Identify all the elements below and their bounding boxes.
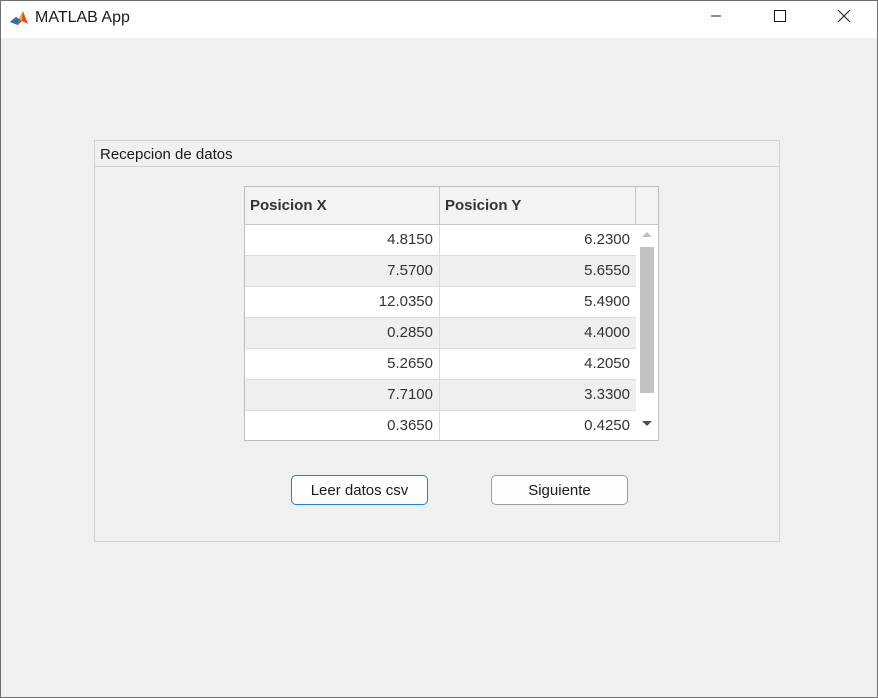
column-header-x[interactable]: Posicion X bbox=[245, 187, 440, 224]
window-title: MATLAB App bbox=[35, 9, 130, 26]
minimize-button[interactable] bbox=[693, 1, 739, 35]
table-row[interactable]: 0.3650 0.4250 bbox=[245, 411, 636, 440]
maximize-button[interactable] bbox=[757, 1, 803, 35]
cell-x[interactable]: 0.3650 bbox=[245, 411, 440, 440]
cell-y[interactable]: 3.3300 bbox=[440, 380, 636, 410]
column-header-y[interactable]: Posicion Y bbox=[440, 187, 636, 224]
cell-y[interactable]: 4.2050 bbox=[440, 349, 636, 379]
cell-x[interactable]: 12.0350 bbox=[245, 287, 440, 317]
minimize-icon bbox=[709, 9, 723, 28]
close-icon bbox=[837, 9, 851, 28]
table-row[interactable]: 7.5700 5.6550 bbox=[245, 256, 636, 287]
matlab-icon bbox=[9, 9, 29, 27]
cell-x[interactable]: 7.5700 bbox=[245, 256, 440, 286]
scroll-thumb[interactable] bbox=[640, 247, 654, 393]
cell-y[interactable]: 5.4900 bbox=[440, 287, 636, 317]
cell-x[interactable]: 0.2850 bbox=[245, 318, 440, 348]
panel-title: Recepcion de datos bbox=[100, 146, 233, 163]
close-button[interactable] bbox=[821, 1, 867, 35]
table-header: Posicion X Posicion Y bbox=[245, 187, 658, 225]
cell-x[interactable]: 7.7100 bbox=[245, 380, 440, 410]
vertical-scrollbar[interactable] bbox=[636, 225, 658, 440]
cell-y[interactable]: 6.2300 bbox=[440, 225, 636, 255]
table-row[interactable]: 12.0350 5.4900 bbox=[245, 287, 636, 318]
table-body: 4.8150 6.2300 7.5700 5.6550 12.0350 5.49… bbox=[245, 225, 636, 440]
cell-x[interactable]: 5.2650 bbox=[245, 349, 440, 379]
table-row[interactable]: 5.2650 4.2050 bbox=[245, 349, 636, 380]
data-reception-panel: Recepcion de datos Posicion X Posicion Y… bbox=[94, 140, 780, 542]
scroll-down-arrow-icon[interactable] bbox=[642, 421, 652, 426]
header-corner bbox=[636, 187, 658, 224]
table-row[interactable]: 4.8150 6.2300 bbox=[245, 225, 636, 256]
title-bar[interactable]: MATLAB App bbox=[1, 1, 877, 38]
maximize-icon bbox=[773, 9, 787, 28]
next-button[interactable]: Siguiente bbox=[491, 475, 628, 505]
cell-y[interactable]: 5.6550 bbox=[440, 256, 636, 286]
table-row[interactable]: 0.2850 4.4000 bbox=[245, 318, 636, 349]
cell-y[interactable]: 4.4000 bbox=[440, 318, 636, 348]
table-row[interactable]: 7.7100 3.3300 bbox=[245, 380, 636, 411]
app-window: MATLAB App Recepcion de datos Posicion X… bbox=[0, 0, 878, 698]
read-csv-button[interactable]: Leer datos csv bbox=[291, 475, 428, 505]
cell-x[interactable]: 4.8150 bbox=[245, 225, 440, 255]
panel-header: Recepcion de datos bbox=[95, 141, 779, 167]
cell-y[interactable]: 0.4250 bbox=[440, 411, 636, 440]
data-table[interactable]: Posicion X Posicion Y 4.8150 6.2300 7.57… bbox=[244, 186, 659, 441]
scroll-up-arrow-icon[interactable] bbox=[642, 232, 652, 237]
